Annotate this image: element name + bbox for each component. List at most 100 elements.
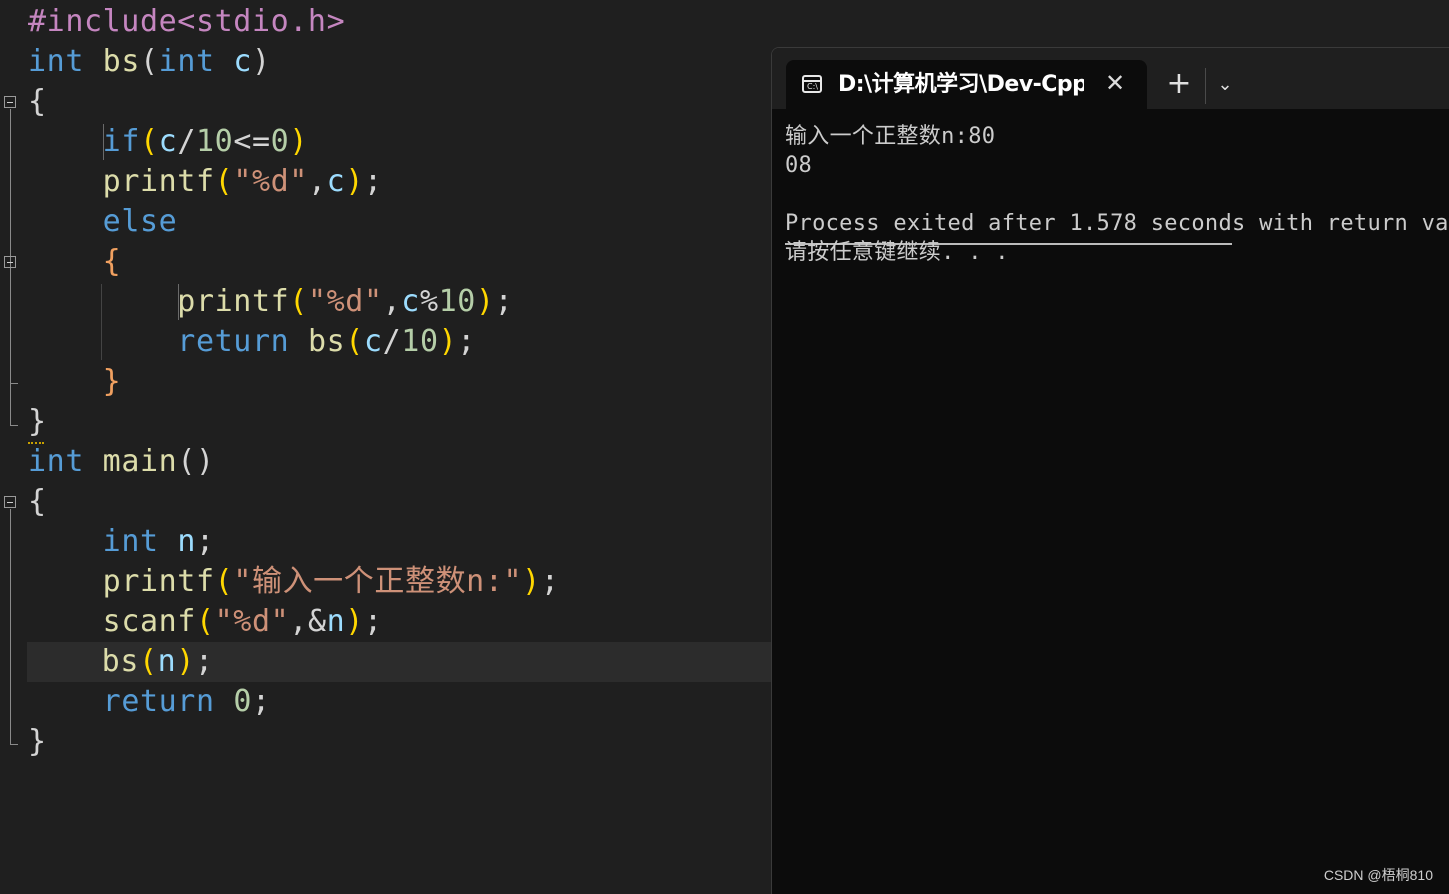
code-token: / xyxy=(382,324,402,359)
code-token: n xyxy=(177,524,196,559)
code-token: 10 xyxy=(196,124,234,159)
code-token: ) xyxy=(176,644,195,679)
code-line[interactable]: scanf("%d",&n); xyxy=(28,602,383,642)
code-token: #include<stdio.h> xyxy=(28,4,346,39)
code-token: "输入一个正整数n:" xyxy=(233,564,523,599)
code-token: ) xyxy=(522,564,541,599)
code-token: ( xyxy=(139,124,159,159)
code-token: ; xyxy=(540,564,560,599)
terminal-titlebar: C:\ D:\计算机学习\Dev-Cpp ✕ + ⌄ xyxy=(772,48,1449,109)
code-token: ) xyxy=(345,164,364,199)
code-token: return xyxy=(102,684,215,719)
code-token: } xyxy=(102,364,122,399)
code-line[interactable]: int bs(int c) xyxy=(28,42,271,82)
code-line[interactable]: int n; xyxy=(28,522,215,562)
code-token: ( xyxy=(138,644,158,679)
code-line[interactable]: } xyxy=(28,362,121,402)
code-line[interactable]: else xyxy=(28,202,177,242)
code-line[interactable]: printf("输入一个正整数n:"); xyxy=(28,562,560,602)
code-token: "%d" xyxy=(233,164,308,199)
code-token: <= xyxy=(233,124,271,159)
code-token: int xyxy=(28,44,84,79)
code-token: scanf xyxy=(102,604,196,639)
code-line[interactable]: if(c/10<=0) xyxy=(28,122,308,162)
code-token: bs xyxy=(307,324,346,359)
fold-toggle-icon[interactable] xyxy=(4,96,16,108)
code-token: ,& xyxy=(289,604,327,639)
code-token: () xyxy=(177,444,215,479)
fold-end-marker xyxy=(10,744,18,745)
code-token: ( xyxy=(345,324,364,359)
code-line[interactable]: } xyxy=(28,402,47,442)
code-token: } xyxy=(28,404,47,439)
code-line[interactable]: } xyxy=(28,722,47,762)
code-token: c xyxy=(401,284,420,319)
code-line[interactable]: printf("%d",c%10); xyxy=(28,282,513,322)
console-icon: C:\ xyxy=(802,75,822,93)
code-token: ) xyxy=(289,124,308,159)
dropdown-chevron-icon[interactable]: ⌄ xyxy=(1212,72,1238,98)
fold-toggle-icon[interactable] xyxy=(4,256,16,268)
code-token: { xyxy=(102,244,122,279)
code-token: printf xyxy=(102,564,215,599)
code-token: 0 xyxy=(233,684,252,719)
code-line[interactable]: { xyxy=(28,242,121,282)
code-token: if xyxy=(102,124,140,159)
code-line[interactable]: #include<stdio.h> xyxy=(28,2,345,42)
code-token: c xyxy=(326,164,346,199)
code-line-current[interactable]: bs(n); xyxy=(27,642,771,682)
terminal-press-key-line: 请按任意键继续. . . xyxy=(785,240,1009,265)
code-token: bs xyxy=(101,644,139,679)
code-token: ( xyxy=(195,604,215,639)
code-token: else xyxy=(102,204,178,239)
code-line[interactable]: return 0; xyxy=(28,682,271,722)
code-token: ; xyxy=(494,284,514,319)
terminal-output-line: 08 xyxy=(785,153,813,178)
close-tab-icon[interactable]: ✕ xyxy=(1102,69,1128,97)
titlebar-divider xyxy=(1205,68,1206,104)
code-token: n xyxy=(157,644,177,679)
code-token: , xyxy=(307,164,327,199)
code-line[interactable]: printf("%d",c); xyxy=(28,162,383,202)
code-token: c xyxy=(158,124,178,159)
code-token: 10 xyxy=(438,284,476,319)
code-token: ( xyxy=(289,284,308,319)
code-token: printf xyxy=(102,164,215,199)
code-token: c xyxy=(363,324,383,359)
code-line[interactable]: { xyxy=(28,82,47,122)
new-tab-button[interactable]: + xyxy=(1164,68,1194,102)
terminal-tab[interactable]: C:\ D:\计算机学习\Dev-Cpp ✕ xyxy=(786,60,1147,109)
warning-squiggle xyxy=(28,438,44,444)
code-line[interactable]: int main() xyxy=(28,442,215,482)
code-token: / xyxy=(177,124,196,159)
code-token: "%d" xyxy=(307,284,383,319)
terminal-process-line: Process exited after 1.578 seconds with … xyxy=(785,211,1449,236)
code-token: ( xyxy=(214,164,234,199)
terminal-window[interactable]: C:\ D:\计算机学习\Dev-Cpp ✕ + ⌄ 输入一个正整数n:80 0… xyxy=(771,47,1449,894)
watermark: CSDN @梧桐810 xyxy=(1323,867,1433,883)
code-token: ) xyxy=(475,284,495,319)
fold-end-marker xyxy=(10,425,18,426)
code-token: int xyxy=(28,444,84,479)
code-token: int xyxy=(102,524,159,559)
fold-toggle-icon[interactable] xyxy=(4,496,16,508)
code-token: return xyxy=(177,324,290,359)
code-token: "%d" xyxy=(214,604,290,639)
code-token: bs xyxy=(102,44,140,79)
fold-end-marker xyxy=(10,383,18,384)
code-line[interactable]: { xyxy=(28,482,47,522)
code-line[interactable]: return bs(c/10); xyxy=(28,322,476,362)
